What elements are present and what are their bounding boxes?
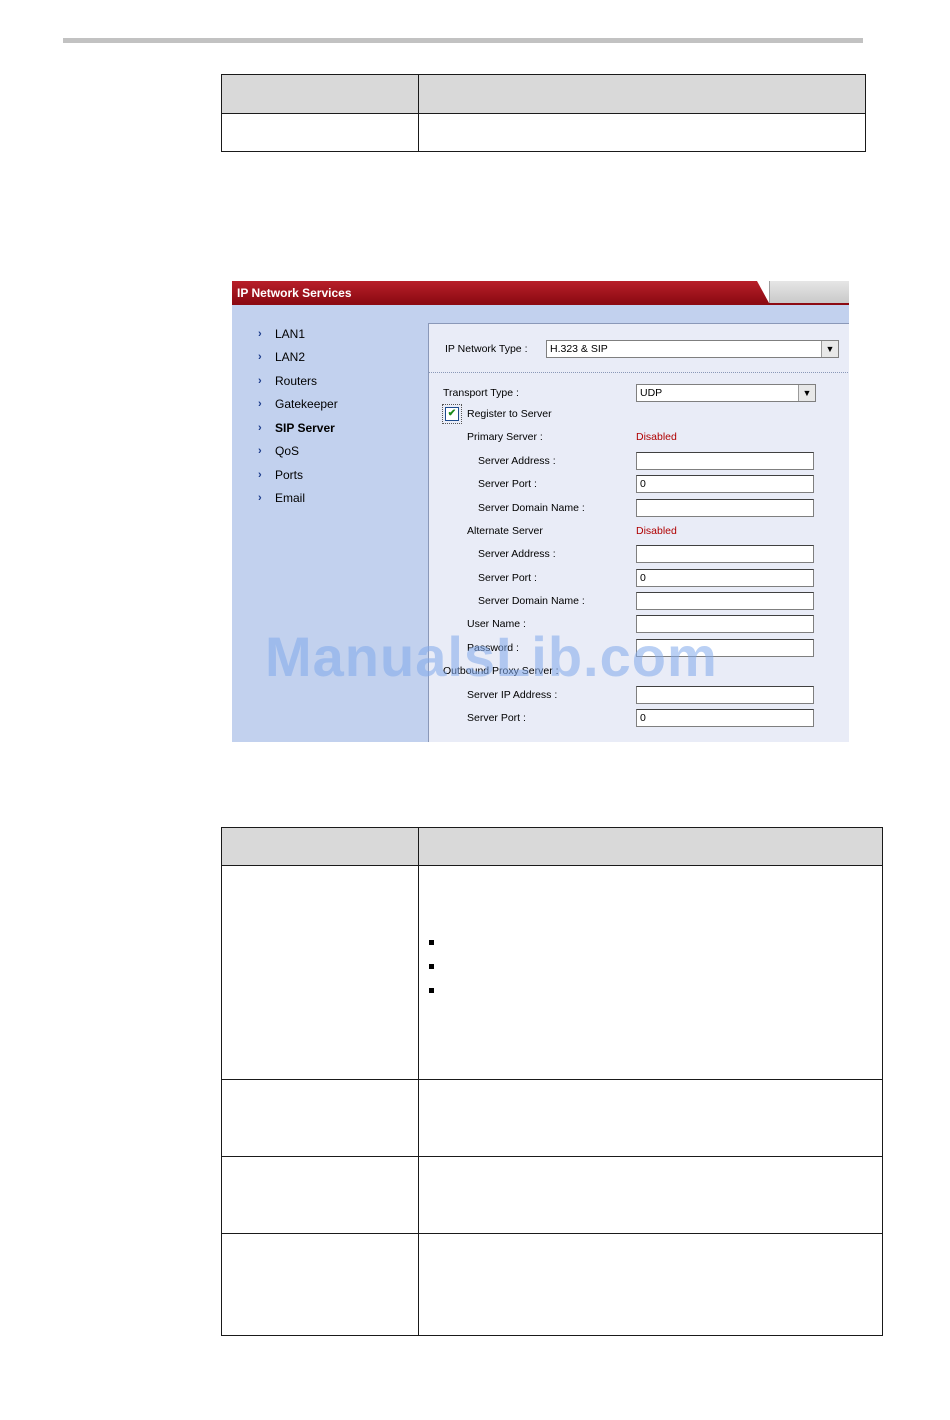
title-bar-filler xyxy=(769,281,849,303)
primary-server-port-label: Server Port : xyxy=(478,478,537,490)
table-header-row xyxy=(221,827,883,866)
primary-server-address-input[interactable] xyxy=(636,452,814,470)
primary-server-address-label: Server Address : xyxy=(478,455,556,467)
chevron-right-icon: › xyxy=(258,375,262,387)
primary-server-domain-input[interactable] xyxy=(636,499,814,517)
alternate-server-label: Alternate Server xyxy=(467,525,543,537)
proxy-ip-address-input[interactable] xyxy=(636,686,814,704)
table-cell xyxy=(418,1233,883,1336)
alternate-server-domain-label: Server Domain Name : xyxy=(478,595,585,607)
section-divider xyxy=(429,372,849,373)
table-row xyxy=(221,113,866,152)
sidebar-item-label: LAN1 xyxy=(275,327,306,341)
alternate-server-port-input[interactable] xyxy=(636,569,814,587)
transport-type-select[interactable]: UDP ▼ xyxy=(636,384,816,402)
primary-server-status: Disabled xyxy=(636,431,677,443)
ip-network-services-window: IP Network Services › LAN1 › LAN2 › Routers… xyxy=(232,281,849,742)
table-header-cell xyxy=(221,827,419,866)
table-cell xyxy=(221,1156,419,1234)
password-label: Password : xyxy=(467,642,519,654)
table-cell xyxy=(221,865,419,1080)
page-header-rule xyxy=(63,38,863,43)
sidebar-item-label: Email xyxy=(275,491,306,505)
alternate-server-address-input[interactable] xyxy=(636,545,814,563)
sidebar: › LAN1 › LAN2 › Routers › Gatekeeper › SIP Se… xyxy=(232,305,428,742)
user-name-label: User Name : xyxy=(467,618,526,630)
table-cell xyxy=(418,113,866,152)
table-header-cell xyxy=(418,74,866,114)
password-input[interactable] xyxy=(636,639,814,657)
transport-type-value: UDP xyxy=(640,387,663,399)
chevron-right-icon: › xyxy=(258,351,262,363)
table-cell xyxy=(221,113,419,152)
alternate-server-status: Disabled xyxy=(636,525,677,537)
table-cell xyxy=(418,1079,883,1157)
sidebar-item-label: Ports xyxy=(275,468,304,482)
bottom-table xyxy=(221,827,883,1336)
table-cell xyxy=(418,1156,883,1234)
window-title: IP Network Services xyxy=(237,286,352,300)
primary-server-domain-label: Server Domain Name : xyxy=(478,502,585,514)
alternate-server-domain-input[interactable] xyxy=(636,592,814,610)
proxy-port-label: Server Port : xyxy=(467,712,526,724)
ip-network-type-label: IP Network Type : xyxy=(445,343,528,355)
top-table xyxy=(221,74,866,152)
proxy-ip-address-label: Server IP Address : xyxy=(467,689,558,701)
list-item xyxy=(427,982,882,1006)
table-row xyxy=(221,1079,883,1157)
chevron-right-icon: › xyxy=(258,492,262,504)
table-row xyxy=(221,865,883,1080)
table-header-row xyxy=(221,74,866,114)
table-cell xyxy=(418,865,883,1080)
register-to-server-label: Register to Server xyxy=(467,408,552,420)
transport-type-label: Transport Type : xyxy=(443,387,519,399)
sidebar-item-label: Gatekeeper xyxy=(275,397,338,411)
chevron-down-icon[interactable]: ▼ xyxy=(821,341,838,357)
ip-network-type-select[interactable]: H.323 & SIP ▼ xyxy=(546,340,839,358)
chevron-right-icon: › xyxy=(258,469,262,481)
chevron-right-icon: › xyxy=(258,398,262,410)
sip-server-panel: IP Network Type : H.323 & SIP ▼ Transpor… xyxy=(428,323,849,742)
sidebar-item-label: LAN2 xyxy=(275,350,306,364)
alternate-server-address-label: Server Address : xyxy=(478,548,556,560)
primary-server-port-input[interactable] xyxy=(636,475,814,493)
primary-server-label: Primary Server : xyxy=(467,431,543,443)
ip-network-type-value: H.323 & SIP xyxy=(550,343,608,355)
table-row xyxy=(221,1233,883,1336)
table-header-cell xyxy=(221,74,419,114)
sidebar-item-label: SIP Server xyxy=(275,421,335,435)
table-cell xyxy=(221,1079,419,1157)
bullet-square-icon xyxy=(429,988,434,993)
proxy-port-input[interactable] xyxy=(636,709,814,727)
user-name-input[interactable] xyxy=(636,615,814,633)
register-to-server-checkbox[interactable]: ✔ xyxy=(445,407,459,421)
title-bar: IP Network Services xyxy=(232,281,849,305)
chevron-right-icon: › xyxy=(258,422,262,434)
table-header-cell xyxy=(418,827,883,866)
table-cell xyxy=(221,1233,419,1336)
bullet-square-icon xyxy=(429,964,434,969)
table-row xyxy=(221,1156,883,1234)
chevron-down-icon[interactable]: ▼ xyxy=(798,385,815,401)
outbound-proxy-label: Outbound Proxy Server : xyxy=(443,665,559,677)
chevron-right-icon: › xyxy=(258,445,262,457)
sidebar-item-label: Routers xyxy=(275,374,318,388)
sidebar-item-label: QoS xyxy=(275,444,300,458)
list-item xyxy=(427,934,882,958)
chevron-right-icon: › xyxy=(258,328,262,340)
list-item xyxy=(427,958,882,982)
bullet-list xyxy=(427,934,882,1006)
bullet-square-icon xyxy=(429,940,434,945)
alternate-server-port-label: Server Port : xyxy=(478,572,537,584)
